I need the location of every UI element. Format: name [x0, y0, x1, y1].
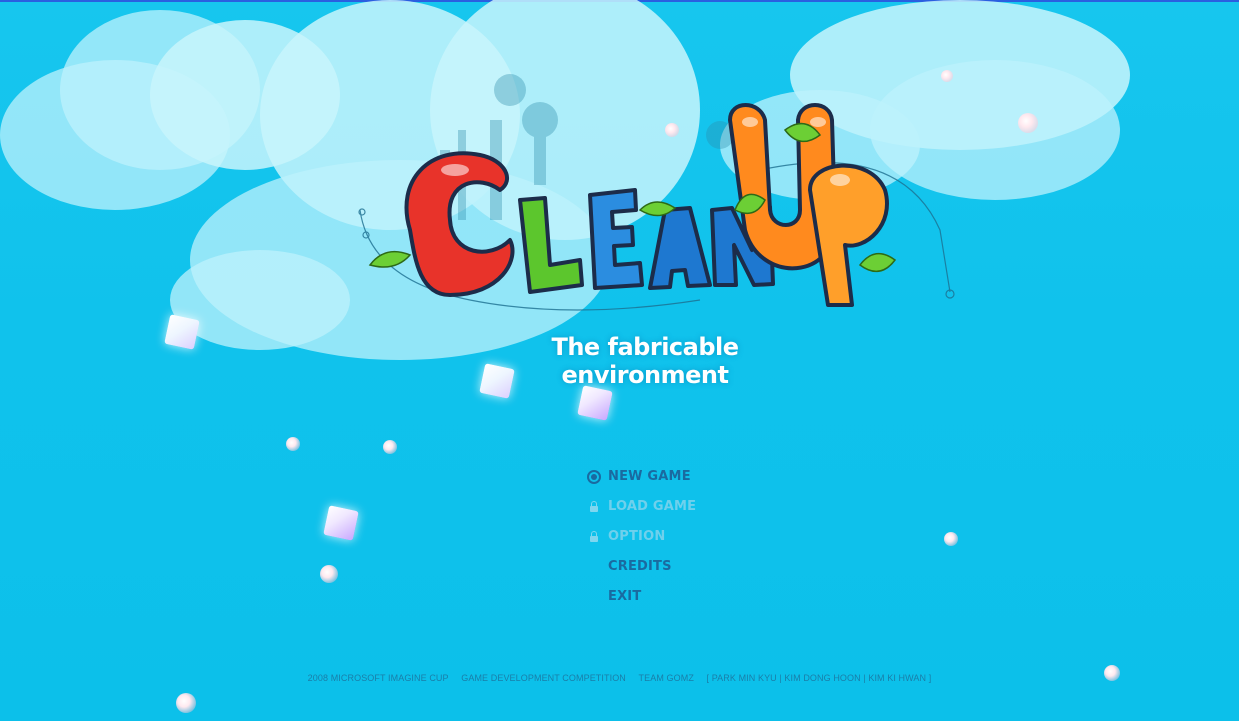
- menu-credits[interactable]: CREDITS: [584, 556, 696, 586]
- menu-credits-label: CREDITS: [608, 559, 672, 574]
- footer-competition: 2008 MICROSOFT IMAGINE CUP: [307, 673, 449, 683]
- footer-credits: 2008 MICROSOFT IMAGINE CUP GAME DEVELOPM…: [0, 673, 1239, 683]
- ring-selector-icon: [587, 470, 601, 484]
- lock-icon: [590, 531, 598, 542]
- menu-new-game[interactable]: NEW GAME: [584, 466, 696, 496]
- menu-load-game-label: LOAD GAME: [608, 499, 697, 514]
- menu-exit[interactable]: EXIT: [584, 586, 696, 616]
- menu-option-label: OPTION: [608, 529, 666, 544]
- menu-option: OPTION: [584, 526, 696, 556]
- lock-icon: [590, 501, 598, 512]
- cleanup-logo: [358, 74, 955, 311]
- footer-category: GAME DEVELOPMENT COMPETITION: [461, 673, 626, 683]
- menu-new-game-label: NEW GAME: [608, 469, 691, 484]
- game-tagline: The fabricable environment: [551, 333, 739, 389]
- menu-exit-label: EXIT: [608, 589, 642, 604]
- main-menu: NEW GAME LOAD GAME OPTION CREDITS EXIT: [584, 466, 696, 616]
- footer-members: [ PARK MIN KYU | KIM DONG HOON | KIM KI …: [706, 673, 932, 683]
- menu-load-game: LOAD GAME: [584, 496, 696, 526]
- footer-team: TEAM GOMZ: [638, 673, 694, 683]
